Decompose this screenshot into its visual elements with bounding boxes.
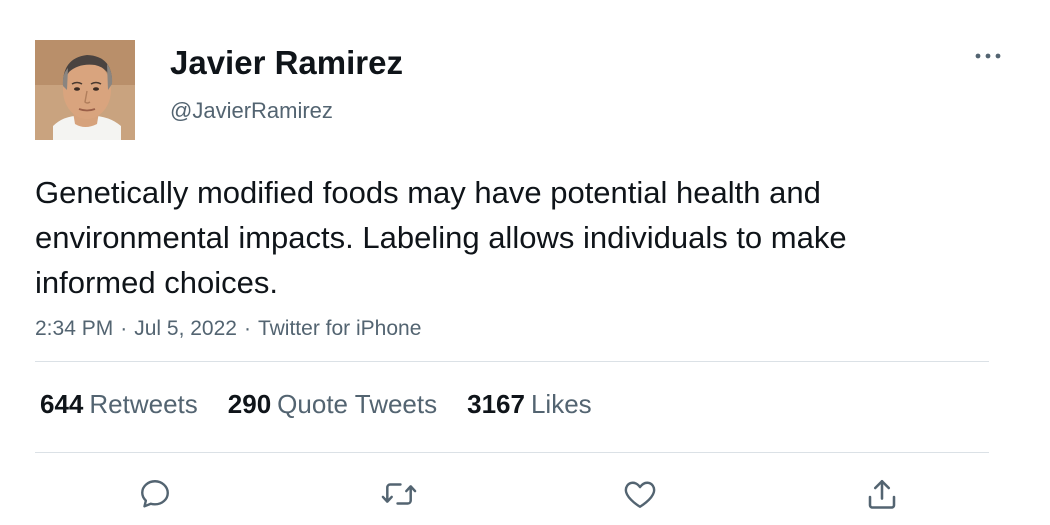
meta-separator: ·: [120, 317, 128, 340]
more-options-button[interactable]: [966, 42, 1010, 70]
tweet-time[interactable]: 2:34 PM: [35, 317, 113, 340]
retweets-label: Retweets: [89, 389, 198, 419]
quote-tweets-label: Quote Tweets: [277, 389, 438, 419]
retweet-button[interactable]: [379, 474, 419, 514]
quote-tweets-stat[interactable]: 290 Quote Tweets: [228, 386, 437, 422]
tweet-meta: 2:34 PM · Jul 5, 2022 · Twitter for iPhone: [35, 314, 421, 344]
tweet-source[interactable]: Twitter for iPhone: [258, 317, 421, 340]
divider: [35, 361, 989, 362]
reply-button[interactable]: [135, 474, 175, 514]
quote-tweets-count: 290: [227, 389, 272, 419]
share-button[interactable]: [862, 474, 902, 514]
reply-icon: [141, 480, 169, 508]
author-display-name[interactable]: Javier Ramirez: [170, 42, 403, 84]
divider: [35, 452, 989, 453]
share-icon: [868, 479, 896, 509]
meta-separator: ·: [243, 317, 251, 340]
retweets-stat[interactable]: 644 Retweets: [40, 386, 198, 422]
engagement-stats: 644 Retweets 290 Quote Tweets 3167 Likes: [40, 386, 622, 422]
likes-count: 3167: [467, 389, 525, 419]
more-horizontal-icon: [975, 53, 1001, 59]
likes-stat[interactable]: 3167 Likes: [467, 386, 592, 422]
retweet-icon: [381, 483, 417, 505]
tweet-card: Javier Ramirez @JavierRamirez Geneticall…: [0, 0, 1050, 525]
heart-icon: [624, 481, 656, 508]
tweet-date[interactable]: Jul 5, 2022: [134, 317, 237, 340]
retweets-count: 644: [40, 389, 84, 419]
author-handle[interactable]: @JavierRamirez: [170, 96, 333, 126]
likes-label: Likes: [530, 389, 592, 419]
avatar-image: [35, 40, 135, 140]
tweet-text: Genetically modified foods may have pote…: [35, 175, 847, 300]
like-button[interactable]: [620, 474, 660, 514]
avatar[interactable]: [35, 40, 135, 140]
